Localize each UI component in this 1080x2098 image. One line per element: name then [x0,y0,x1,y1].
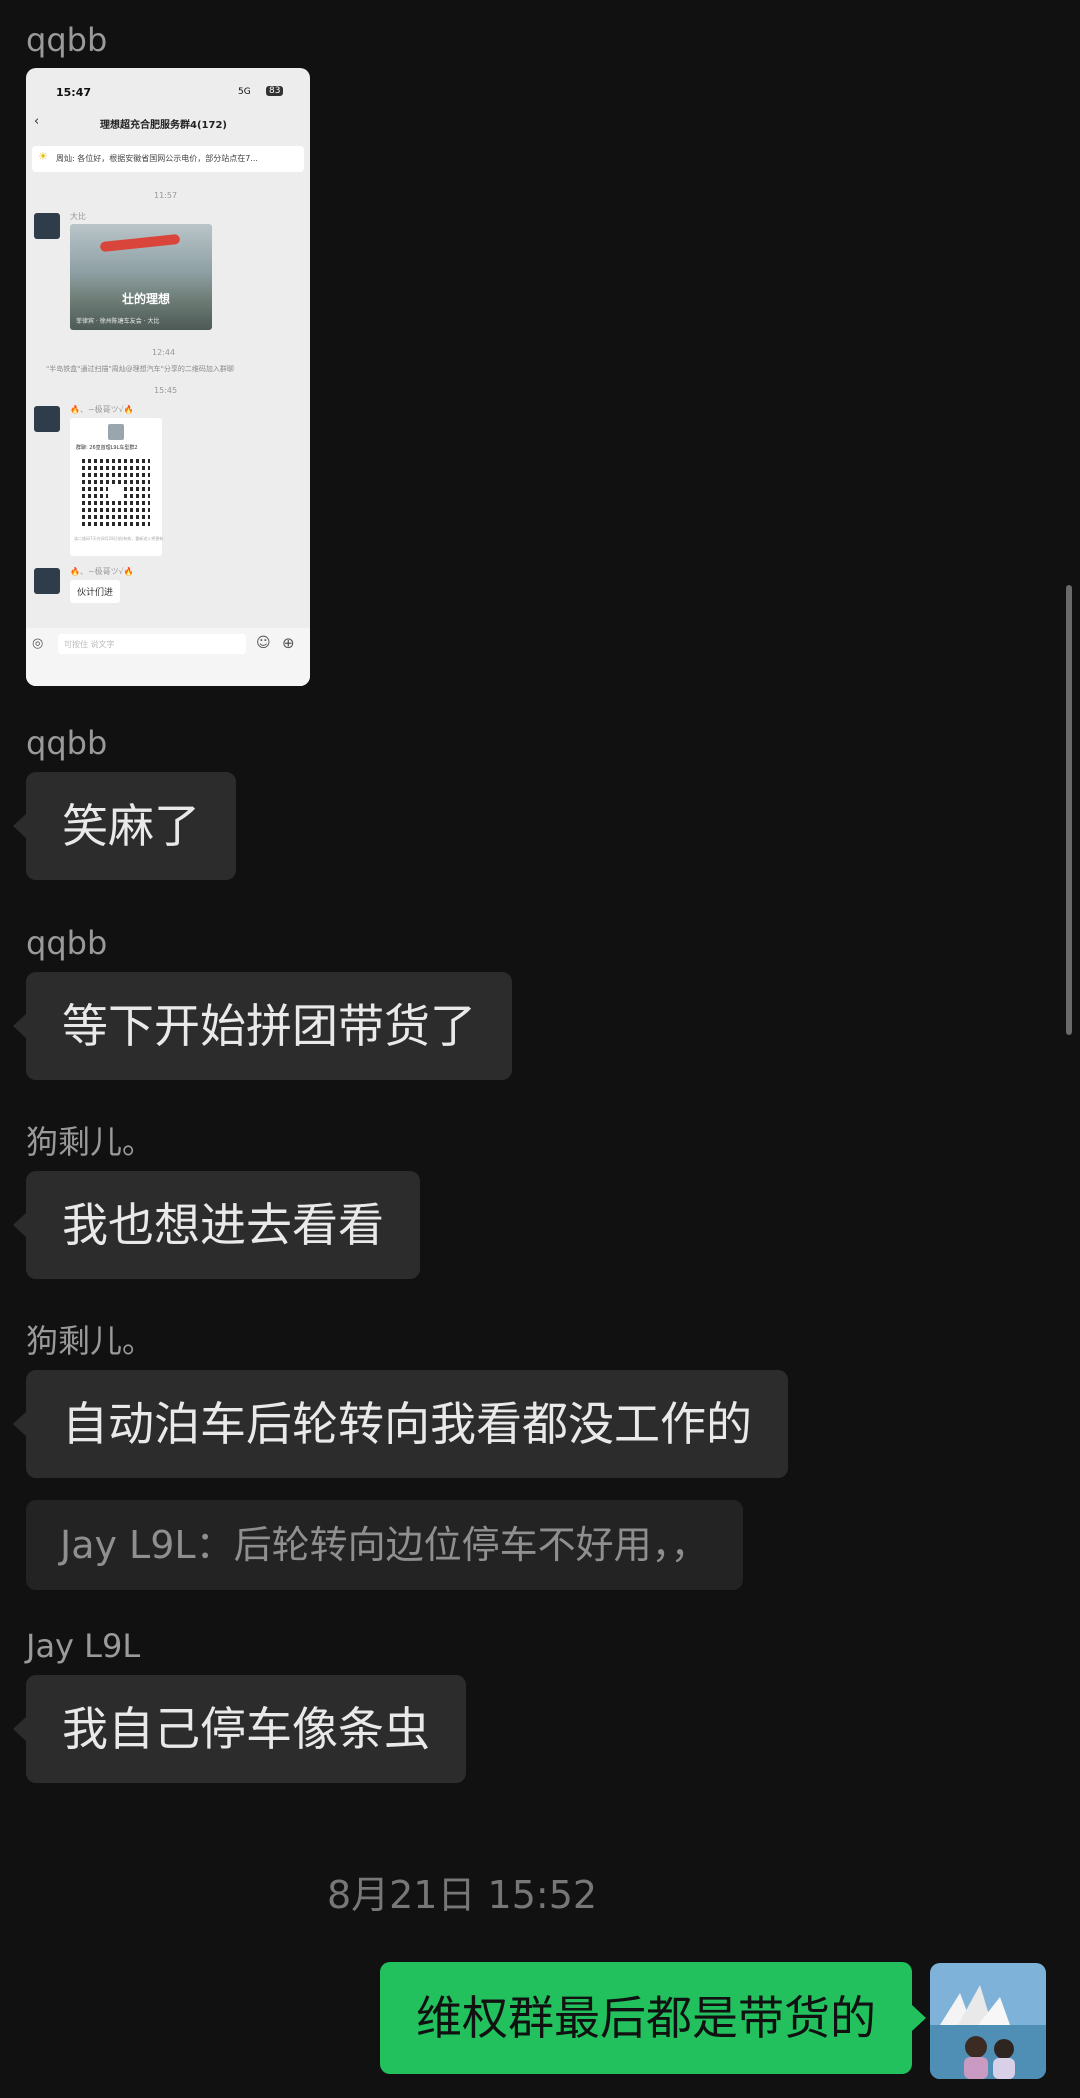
my-message-bubble[interactable]: 维权群最后都是带货的 [380,1962,926,2074]
video-thumbnail[interactable]: 壮的理想 菲律宾 · 徐州陈塘车友会 · 大比 [70,224,212,330]
status-time: 15:47 [56,86,92,99]
chat-bubble: 伙计们进 [70,580,121,603]
sender-name: qqbb [26,924,108,962]
avatar [34,568,60,594]
message-bubble[interactable]: 我自己停车像条虫 [13,1675,466,1783]
chat-time: 11:57 [154,191,178,200]
sender-name: 狗剩儿。 [26,1322,155,1360]
sender-name: qqbb [26,724,108,762]
qr-card[interactable]: 群聊: 26皇首理L9L车型群2 该二维码7天内(8月28日前)有效，重新进入将… [70,418,164,556]
message-bubble[interactable]: 我也想进去看看 [13,1171,420,1279]
message-bubble[interactable]: 等下开始拼团带货了 [13,972,512,1080]
scrollbar[interactable] [1066,585,1072,1035]
sender-name: 🔥、~极哥ツ√🔥 [70,405,134,414]
status-battery: 83 [266,86,284,96]
avatar [34,213,60,239]
back-icon: ‹ [34,114,40,129]
status-network: 5G [238,87,251,97]
emoji-icon: ☺ [256,635,271,651]
chat-time: 15:45 [154,386,178,395]
chat-time: 12:44 [152,348,176,357]
quoted-message[interactable]: Jay L9L：后轮转向边位停车不好用，， [26,1500,743,1590]
sender-name: Jay L9L [26,1627,141,1665]
message-bubble[interactable]: 自动泊车后轮转向我看都没工作的 [13,1370,788,1478]
system-message: "半岛铁盒"通过扫描"周灿@理想汽车"分享的二维码加入群聊 [46,365,234,373]
sender-name: 🔥、~极哥ツ√🔥 [70,567,134,576]
video-caption: 菲律宾 · 徐州陈塘车友会 · 大比 [76,318,160,325]
video-title: 壮的理想 [122,292,171,306]
my-avatar[interactable] [930,1963,1046,2079]
plus-icon: ⊕ [282,634,295,652]
qr-label: 群聊: 26皇首理L9L车型群2 [76,445,138,451]
voice-icon: ◎ [32,636,44,651]
sender-name: 大比 [70,212,86,221]
image-message[interactable]: 15:47 5G 83 ‹ 理想超充合肥服务群4(172) ☀ 周灿: 各位好，… [26,68,310,686]
chat-title: 理想超充合肥服务群4(172) [100,120,227,131]
avatar [34,406,60,432]
input-placeholder: 可按住 说文字 [64,640,115,649]
message-input[interactable]: 可按住 说文字 [58,634,246,654]
message-bubble[interactable]: 笑麻了 [13,772,236,880]
qr-hint: 该二维码7天内(8月28日前)有效，重新进入将更新 [74,536,164,541]
group-notice: 周灿: 各位好，根据安徽省国网公示电价，部分站点在7... [56,154,258,163]
chat-timestamp: 8月21日 15:52 [326,1873,598,1917]
sender-name: 狗剩儿。 [26,1123,155,1161]
sender-name: qqbb [26,21,108,59]
sun-icon: ☀ [38,150,48,163]
